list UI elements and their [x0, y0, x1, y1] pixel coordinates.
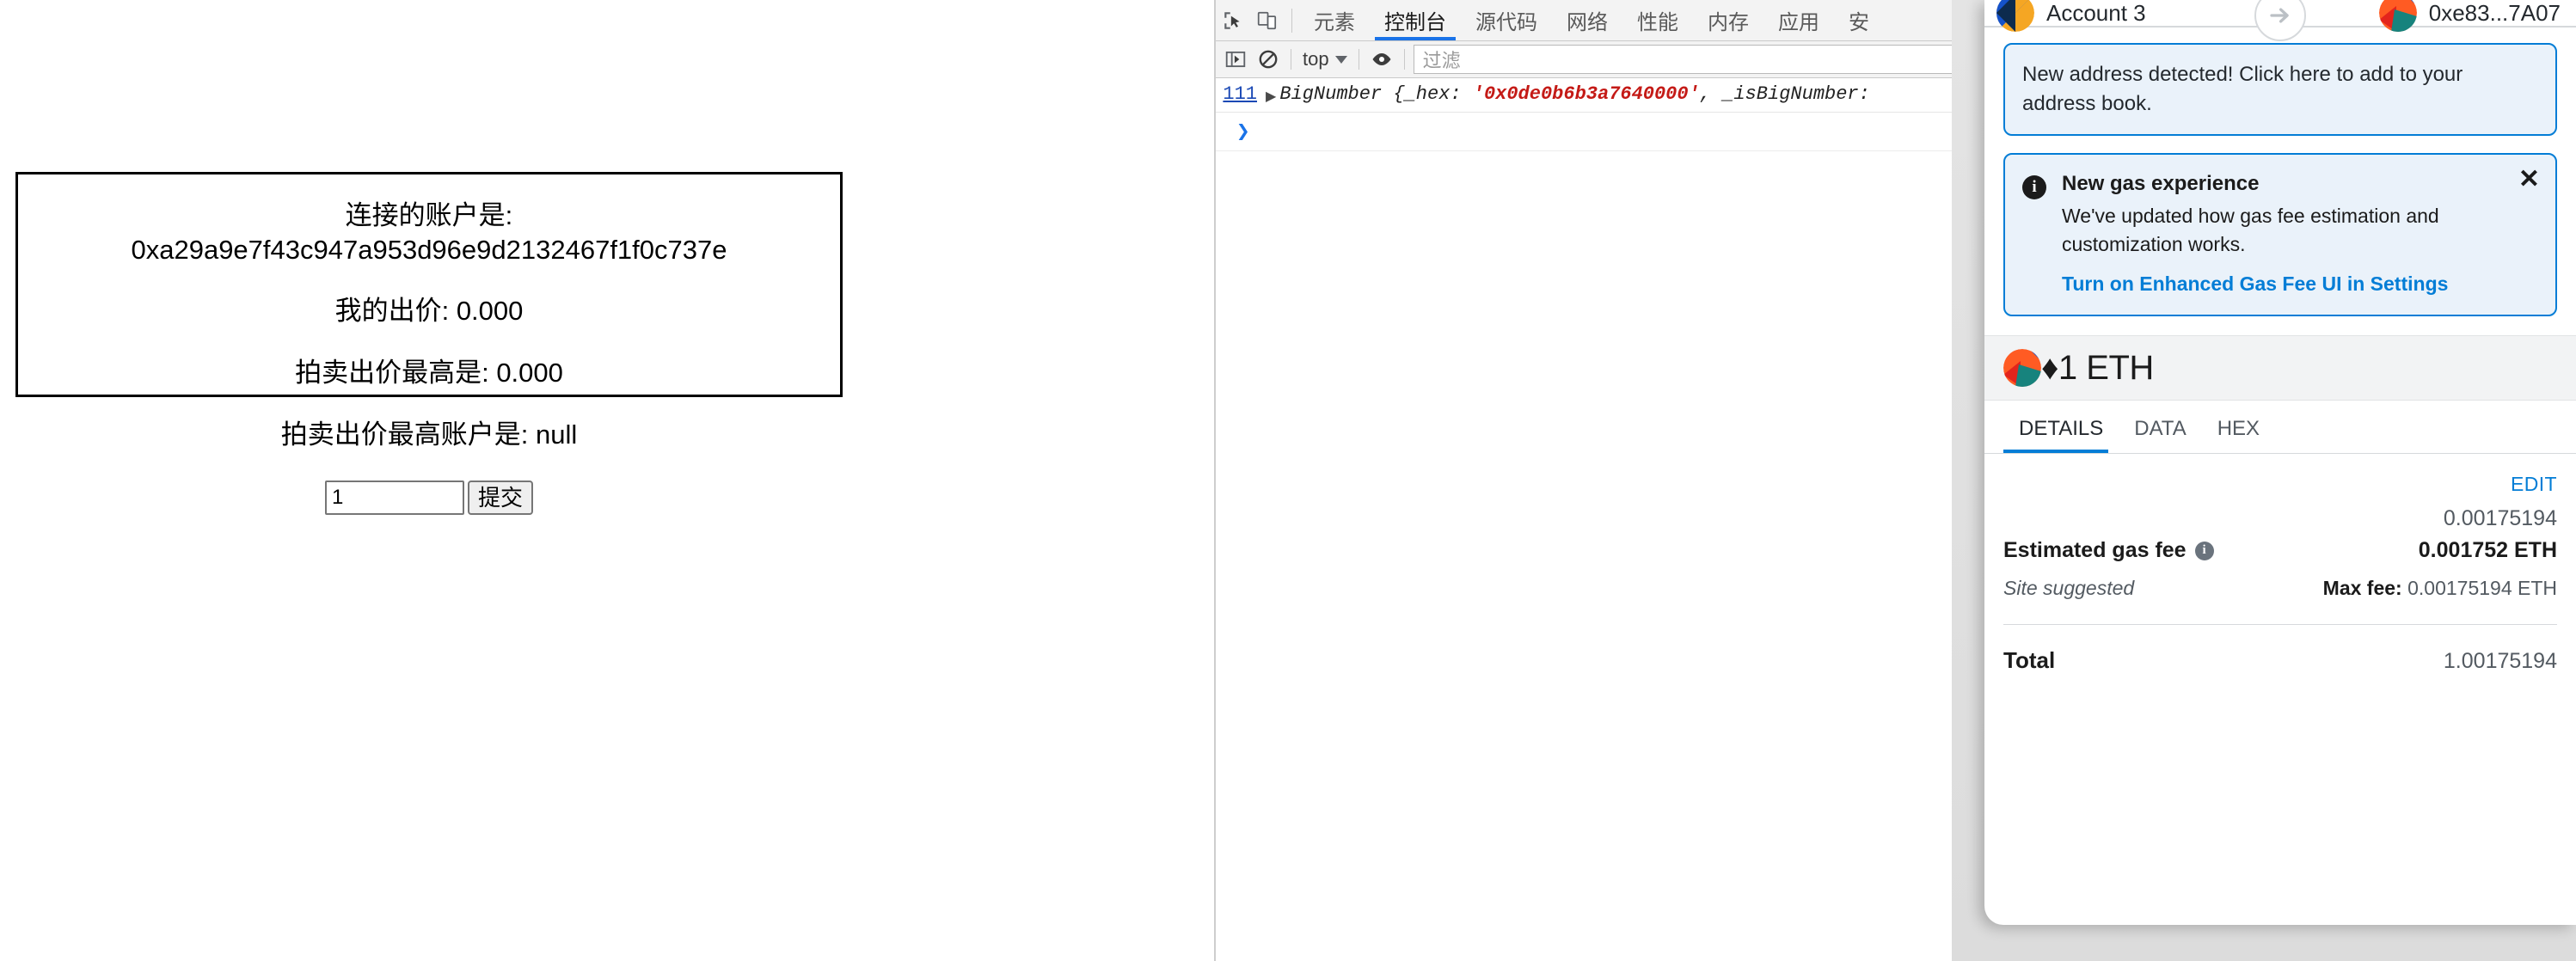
toolbar-divider [1291, 8, 1292, 33]
from-account-avatar [1996, 0, 2034, 32]
device-toolbar-icon[interactable] [1250, 3, 1285, 38]
chevron-down-icon [1334, 55, 1347, 64]
console-context-selector[interactable]: top [1297, 48, 1352, 70]
tab-console[interactable]: 控制台 [1370, 0, 1461, 40]
inspect-element-icon[interactable] [1216, 3, 1250, 38]
console-output: 111 ▶ BigNumber {_hex: '0x0de0b6b3a76400… [1216, 78, 1984, 151]
tab-sources[interactable]: 源代码 [1461, 0, 1552, 40]
max-fee-label: Max fee: [2322, 577, 2402, 600]
devtools-panel: 元素 控制台 源代码 网络 性能 内存 应用 安 top 过滤 111 ▶ Bi… [1214, 0, 1984, 961]
tab-network[interactable]: 网络 [1552, 0, 1622, 40]
to-account-address: 0xe83...7A07 [2428, 0, 2561, 26]
gas-fee-row: Estimated gas fee i 0.00175194 0.001752 … [2003, 506, 2557, 563]
connected-account-address: 0xa29a9e7f43c947a953d96e9d2132467f1f0c73… [131, 234, 727, 265]
gas-fee-label-text: Estimated gas fee [2003, 538, 2187, 563]
console-toolbar: top 过滤 [1216, 41, 1984, 78]
site-suggested-label: Site suggested [2003, 577, 2135, 600]
transaction-header: Account 3 0xe83...7A07 [1984, 0, 2576, 41]
edit-gas-row: EDIT [2003, 454, 2557, 496]
my-bid-text: 我的出价: 0.000 [334, 296, 524, 327]
gas-banner-body: We've updated how gas fee estimation and… [2062, 205, 2439, 255]
screen-root: 连接的账户是: 0xa29a9e7f43c947a953d96e9d213246… [0, 0, 2576, 961]
console-prompt-row[interactable]: ❯ [1216, 113, 1984, 151]
console-log-count: 111 [1223, 83, 1257, 105]
transaction-details: EDIT Estimated gas fee i 0.00175194 0.00… [1984, 454, 2576, 674]
max-fee-value: 0.00175194 ETH [2407, 577, 2557, 600]
gas-banner-title: New gas experience [2062, 172, 2260, 196]
tab-details[interactable]: DETAILS [2003, 417, 2119, 454]
new-address-banner[interactable]: New address detected! Click here to add … [2003, 43, 2557, 137]
tab-performance[interactable]: 性能 [1622, 0, 1693, 40]
submit-bid-button[interactable]: 提交 [467, 480, 533, 516]
gas-banner-content: New gas experience We've updated how gas… [2062, 172, 2538, 296]
connected-account-label: 连接的账户是: [345, 200, 513, 230]
gas-banner-link[interactable]: Turn on Enhanced Gas Fee UI in Settings [2062, 272, 2538, 296]
console-log-hex: '0x0de0b6b3a7640000' [1472, 83, 1700, 105]
gas-fee-label: Estimated gas fee i [2003, 538, 2214, 563]
to-account[interactable]: 0xe83...7A07 [2378, 0, 2561, 32]
tab-memory[interactable]: 内存 [1693, 0, 1763, 40]
gas-fee-info-icon[interactable]: i [2194, 541, 2214, 560]
total-fiat: 1.00175194 [2443, 649, 2557, 674]
clear-console-icon[interactable] [1252, 45, 1285, 74]
gas-fee-eth: 0.001752 ETH [2418, 538, 2557, 563]
tab-hex[interactable]: HEX [2202, 417, 2275, 453]
eth-diamond-icon: ♦ [2041, 348, 2058, 387]
transaction-amount-row: ♦ 1 ETH [1984, 335, 2576, 401]
details-divider [2003, 624, 2557, 626]
transaction-amount: ♦ 1 ETH [2041, 349, 2154, 388]
console-filter-input[interactable]: 过滤 [1413, 45, 1984, 74]
new-address-banner-text: New address detected! Click here to add … [2022, 63, 2463, 116]
transaction-token-avatar [2003, 349, 2041, 388]
metamask-confirm-popup: Account 3 0xe83...7A07 New address detec… [1984, 0, 2576, 925]
console-log-row[interactable]: 111 ▶ BigNumber {_hex: '0x0de0b6b3a76400… [1216, 78, 1984, 113]
console-log-suffix: , _isBigNumber: [1699, 83, 1870, 105]
to-account-avatar [2378, 0, 2417, 32]
transaction-amount-value: 1 ETH [2058, 348, 2154, 387]
devtools-tabbar: 元素 控制台 源代码 网络 性能 内存 应用 安 [1216, 0, 1984, 41]
tab-security[interactable]: 安 [1834, 0, 1869, 40]
total-row: Total 1.00175194 [2003, 647, 2557, 674]
tab-elements[interactable]: 元素 [1299, 0, 1370, 40]
console-filter-placeholder: 过滤 [1422, 50, 1461, 71]
console-sidebar-icon[interactable] [1219, 45, 1252, 74]
from-account[interactable]: Account 3 [1996, 0, 2146, 32]
tab-application[interactable]: 应用 [1763, 0, 1834, 40]
gas-fee-fiat: 0.00175194 [2443, 506, 2557, 531]
live-expression-icon[interactable] [1365, 45, 1398, 74]
gas-subinfo-row: Site suggested Max fee: 0.00175194 ETH [2003, 577, 2557, 600]
auction-card: 连接的账户是: 0xa29a9e7f43c947a953d96e9d213246… [15, 172, 843, 516]
total-label: Total [2003, 647, 2056, 674]
console-log-message: BigNumber {_hex: '0x0de0b6b3a7640000', _… [1279, 83, 1870, 105]
expand-arrow-icon[interactable]: ▶ [1266, 88, 1276, 105]
gas-experience-banner: i New gas experience We've updated how g… [2003, 153, 2557, 317]
connected-account-block: 连接的账户是: 0xa29a9e7f43c947a953d96e9d213246… [131, 199, 727, 266]
console-context-label: top [1303, 48, 1329, 70]
highest-bid-text: 拍卖出价最高是: 0.000 [295, 358, 563, 389]
console-log-prefix: BigNumber {_hex: [1279, 83, 1473, 105]
gas-fee-values: 0.00175194 0.001752 ETH [2419, 506, 2557, 563]
info-icon: i [2022, 175, 2046, 200]
edit-gas-button[interactable]: EDIT [2511, 473, 2557, 496]
bid-form: 提交 [324, 480, 533, 516]
bid-amount-input[interactable] [324, 480, 464, 516]
max-fee: Max fee: 0.00175194 ETH [2323, 577, 2557, 600]
tab-data[interactable]: DATA [2119, 417, 2201, 453]
console-prompt-caret-icon: ❯ [1236, 119, 1250, 145]
close-icon[interactable]: ✕ [2518, 167, 2540, 193]
arrow-right-icon [2254, 0, 2306, 41]
transaction-tab-list: DETAILS DATA HEX [1984, 401, 2576, 455]
console-toolbar-divider-3 [1403, 49, 1405, 70]
devtools-tab-list: 元素 控制台 源代码 网络 性能 内存 应用 安 [1299, 0, 1869, 40]
dapp-page: 连接的账户是: 0xa29a9e7f43c947a953d96e9d213246… [0, 0, 1214, 961]
highest-bidder-text: 拍卖出价最高账户是: null [280, 419, 578, 450]
from-account-name: Account 3 [2046, 0, 2146, 26]
